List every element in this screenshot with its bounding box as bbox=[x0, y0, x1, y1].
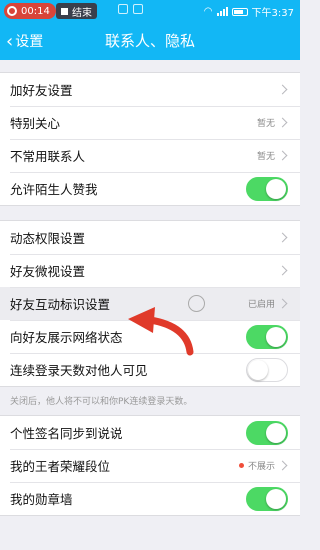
setting-value: 暂无 bbox=[256, 119, 275, 129]
chevron-right-icon bbox=[277, 150, 288, 161]
setting-interaction-badges[interactable]: 好友互动标识设置 已启用 bbox=[0, 287, 300, 320]
setting-label: 加好友设置 bbox=[10, 83, 73, 98]
setting-label: 我的王者荣耀段位 bbox=[10, 459, 111, 474]
record-icon bbox=[7, 6, 17, 16]
settings-list: 加好友设置 特别关心 暂无 不常用联系人 暂无 允许陌生人赞我 动态权限设置 好… bbox=[0, 60, 300, 516]
setting-label: 好友互动标识设置 bbox=[10, 297, 111, 312]
setting-allow-stranger-likes: 允许陌生人赞我 bbox=[0, 172, 300, 205]
setting-network-status: 向好友展示网络状态 bbox=[0, 320, 300, 353]
setting-label: 向好友展示网络状态 bbox=[10, 330, 123, 345]
setting-label: 个性签名同步到说说 bbox=[10, 426, 123, 441]
setting-label: 允许陌生人赞我 bbox=[10, 182, 98, 197]
settings-group-friends: 加好友设置 特别关心 暂无 不常用联系人 暂无 允许陌生人赞我 bbox=[0, 72, 300, 206]
notification-icon bbox=[118, 4, 128, 14]
battery-icon bbox=[231, 7, 248, 16]
end-label: 结束 bbox=[72, 7, 92, 19]
back-label: 设置 bbox=[15, 34, 44, 50]
notification-icon bbox=[133, 4, 143, 14]
page-title: 联系人、隐私 bbox=[104, 32, 195, 50]
clock: 下午3:37 bbox=[251, 8, 294, 19]
nav-bar: 联系人、隐私 ‹ 设置 bbox=[0, 22, 300, 60]
recording-indicator[interactable]: 00:14 bbox=[4, 3, 56, 19]
setting-infrequent-contacts[interactable]: 不常用联系人 暂无 bbox=[0, 139, 300, 172]
setting-add-friend[interactable]: 加好友设置 bbox=[0, 73, 300, 106]
setting-value: 已启用 bbox=[247, 300, 275, 310]
settings-group-profile: 个性签名同步到说说 我的王者荣耀段位 不展示 我的勋章墙 bbox=[0, 415, 300, 516]
setting-sync-signature: 个性签名同步到说说 bbox=[0, 416, 300, 449]
chevron-right-icon bbox=[277, 298, 288, 309]
back-button[interactable]: ‹ 设置 bbox=[6, 22, 43, 60]
setting-value-text: 不展示 bbox=[247, 462, 275, 472]
status-bar: 00:14 结束 ◠ 下午3:37 bbox=[0, 0, 300, 22]
login-days-toggle[interactable] bbox=[246, 357, 288, 382]
setting-label: 动态权限设置 bbox=[10, 231, 86, 246]
setting-login-days-visible: 连续登录天数对他人可见 bbox=[0, 353, 300, 386]
notification-icons bbox=[118, 4, 143, 14]
setting-label: 特别关心 bbox=[10, 116, 61, 131]
setting-label: 不常用联系人 bbox=[10, 149, 86, 164]
setting-label: 我的勋章墙 bbox=[10, 492, 73, 507]
wifi-icon: ◠ bbox=[203, 6, 213, 17]
stop-icon bbox=[61, 7, 68, 15]
system-indicators: ◠ 下午3:37 bbox=[204, 4, 294, 19]
red-dot-icon bbox=[238, 463, 244, 468]
recording-time: 00:14 bbox=[21, 5, 50, 17]
setting-label: 连续登录天数对他人可见 bbox=[10, 363, 148, 378]
end-recording-button[interactable]: 结束 bbox=[56, 3, 97, 19]
setting-medal-wall: 我的勋章墙 bbox=[0, 482, 300, 515]
setting-honor-of-kings-rank[interactable]: 我的王者荣耀段位 不展示 bbox=[0, 449, 300, 482]
medal-wall-toggle[interactable] bbox=[246, 486, 288, 511]
chevron-right-icon bbox=[277, 117, 288, 128]
setting-feed-permissions[interactable]: 动态权限设置 bbox=[0, 221, 300, 254]
stranger-likes-toggle[interactable] bbox=[246, 176, 288, 201]
signal-icon bbox=[216, 7, 228, 16]
chevron-left-icon: ‹ bbox=[6, 30, 14, 52]
network-status-toggle[interactable] bbox=[246, 324, 288, 349]
chevron-right-icon bbox=[277, 232, 288, 243]
setting-label: 好友微视设置 bbox=[10, 264, 86, 279]
chevron-right-icon bbox=[277, 84, 288, 95]
setting-value: 暂无 bbox=[256, 152, 275, 162]
tap-indicator-icon bbox=[188, 295, 205, 312]
login-days-note: 关闭后，他人将不可以和你PK连续登录天数。 bbox=[10, 397, 193, 407]
setting-special-care[interactable]: 特别关心 暂无 bbox=[0, 106, 300, 139]
setting-weishi[interactable]: 好友微视设置 bbox=[0, 254, 300, 287]
settings-group-privacy: 动态权限设置 好友微视设置 好友互动标识设置 已启用 向好友展示网络状态 连续登… bbox=[0, 220, 300, 387]
chevron-right-icon bbox=[277, 265, 288, 276]
chevron-right-icon bbox=[277, 460, 288, 471]
sync-signature-toggle[interactable] bbox=[246, 420, 288, 445]
setting-value: 不展示 bbox=[238, 459, 275, 472]
